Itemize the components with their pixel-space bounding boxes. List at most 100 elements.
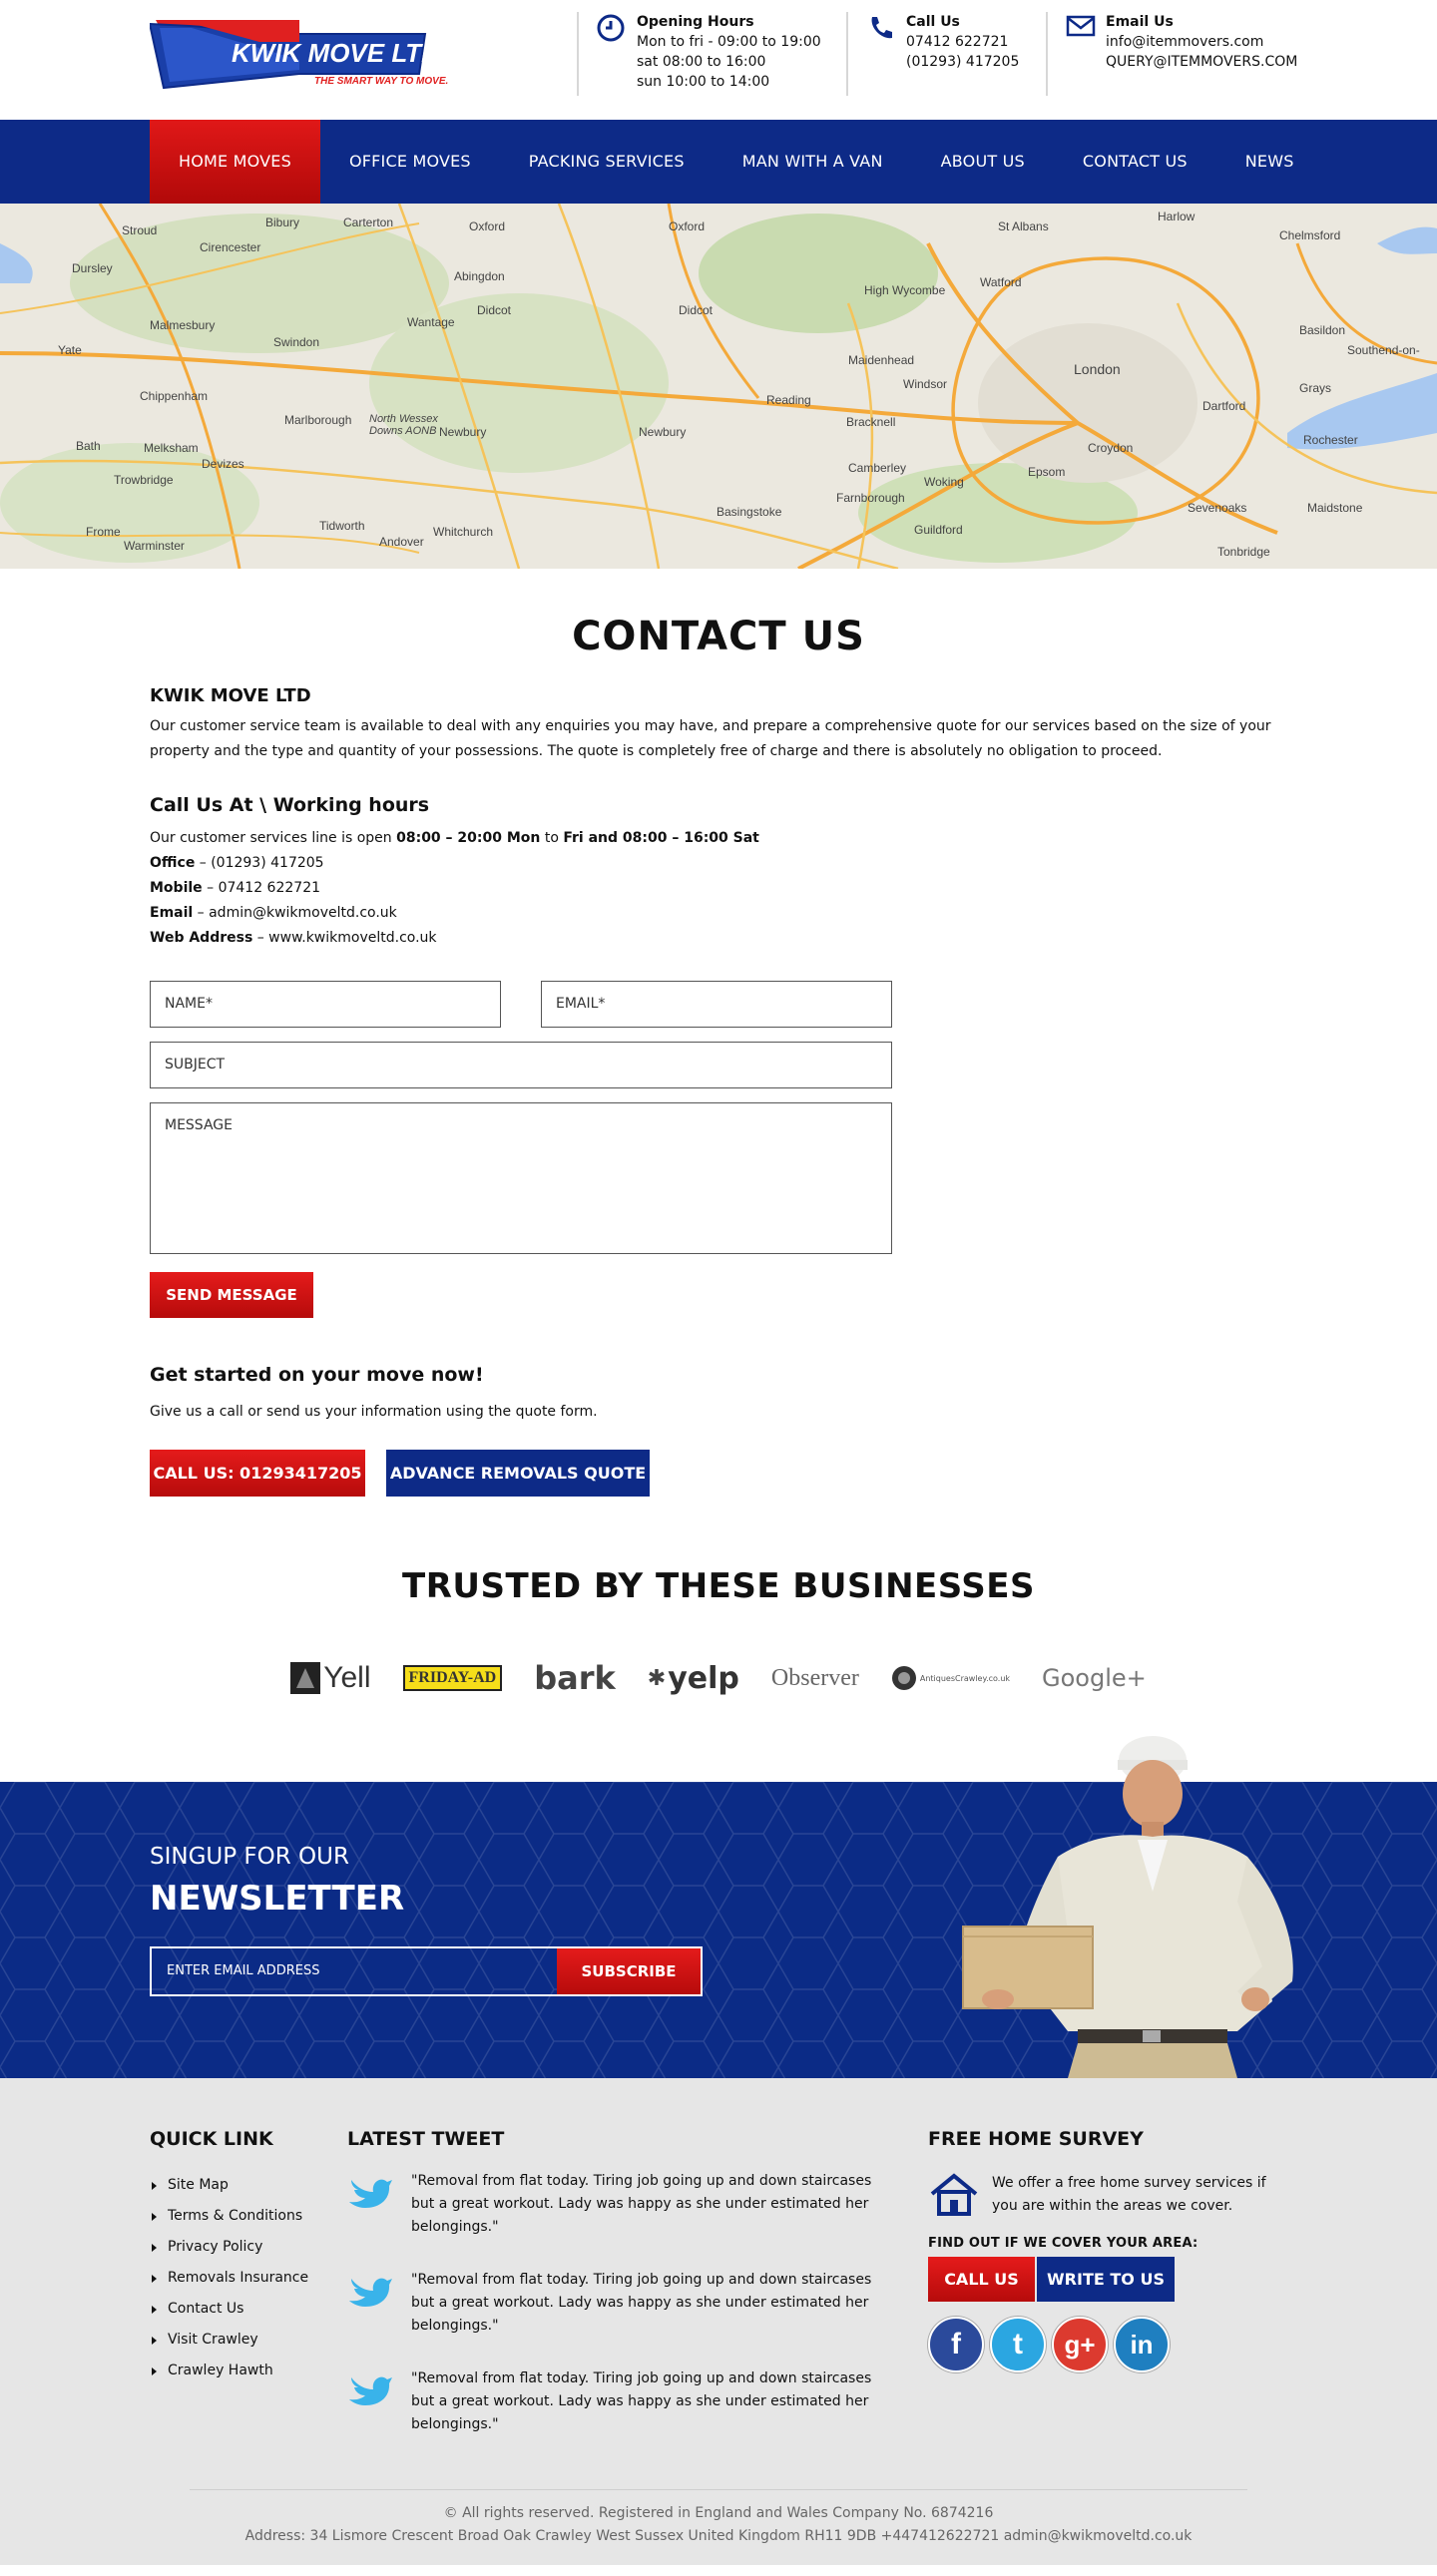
opening-hours-title: Opening Hours: [637, 14, 754, 30]
quick-link[interactable]: Visit Crawley: [150, 2325, 308, 2356]
map-label: Cirencester: [200, 240, 261, 254]
map-label: Tonbridge: [1217, 545, 1270, 559]
map-label: Whitchurch: [433, 525, 494, 539]
nav-office-moves[interactable]: OFFICE MOVES: [320, 120, 500, 204]
nav-news[interactable]: NEWS: [1216, 120, 1323, 204]
web-line: Web Address – www.kwikmoveltd.co.uk: [150, 930, 437, 946]
latest-tweet-title: LATEST TWEET: [347, 2128, 505, 2150]
location-map[interactable]: Stroud Oxford Oxford St Albans Harlow Ch…: [0, 204, 1437, 569]
email-field[interactable]: EMAIL*: [541, 981, 892, 1028]
tweet-item: "Removal from flat today. Tiring job goi…: [347, 2269, 890, 2338]
subject-field[interactable]: SUBJECT: [150, 1042, 892, 1088]
get-started-text: Give us a call or send us your informati…: [150, 1404, 598, 1420]
trusted-title: TRUSTED BY THESE BUSINESSES: [402, 1566, 1035, 1606]
quick-link[interactable]: Site Map: [150, 2170, 308, 2201]
name-field[interactable]: NAME*: [150, 981, 501, 1028]
google-plus-icon[interactable]: g+: [1052, 2317, 1108, 2372]
antiques-crawley-logo[interactable]: AntiquesCrawley.co.uk: [891, 1665, 1010, 1691]
social-links: f t g+ in: [928, 2317, 1281, 2372]
hours-line: Our customer services line is open 08:00…: [150, 830, 759, 846]
twitter-bird-icon: [347, 2170, 393, 2210]
working-hours-heading: Call Us At \ Working hours: [150, 794, 430, 816]
google-plus-logo[interactable]: Google+: [1042, 1664, 1147, 1692]
quick-link[interactable]: Privacy Policy: [150, 2232, 308, 2263]
map-label: Maidstone: [1307, 501, 1363, 515]
opening-hours-line: sun 10:00 to 14:00: [637, 74, 770, 90]
removals-quote-button[interactable]: ADVANCE REMOVALS QUOTE: [386, 1450, 650, 1497]
quick-link[interactable]: Contact Us: [150, 2294, 308, 2325]
map-label: Windsor: [903, 377, 948, 391]
call-us-number[interactable]: 07412 622721: [906, 32, 1019, 52]
phone-icon: [866, 14, 898, 46]
tweet-text: "Removal from flat today. Tiring job goi…: [411, 2272, 872, 2334]
email-us-address[interactable]: QUERY@ITEMMOVERS.COM: [1106, 52, 1297, 72]
map-label: Rochester: [1303, 433, 1358, 447]
map-label: Camberley: [848, 461, 907, 475]
logo-name: KWIK MOVE LTD: [232, 38, 440, 68]
home-survey-column: FREE HOME SURVEY We offer a free home su…: [928, 2128, 1281, 2372]
map-label: Marlborough: [284, 413, 352, 427]
yelp-logo[interactable]: ✱ yelp: [648, 1661, 739, 1696]
observer-logo[interactable]: Observer: [771, 1665, 859, 1692]
contact-section: CONTACT US KWIK MOVE LTD Our customer se…: [0, 614, 1437, 1497]
call-us-block: Call Us 07412 622721 (01293) 417205: [846, 12, 1019, 96]
linkedin-icon[interactable]: in: [1114, 2317, 1170, 2372]
get-started-title: Get started on your move now!: [150, 1364, 484, 1386]
map-label: North Wessex Downs AONB: [369, 413, 438, 437]
map-label: Bath: [76, 439, 101, 453]
map-label: Carterton: [343, 215, 394, 229]
newsletter-title: NEWSLETTER: [150, 1879, 405, 1919]
quick-link[interactable]: Crawley Hawth: [150, 2356, 308, 2386]
map-label: Frome: [86, 525, 121, 539]
map-label: Basildon: [1299, 323, 1346, 337]
envelope-icon: [1066, 14, 1098, 46]
clock-icon: [597, 14, 629, 46]
subscribe-button[interactable]: SUBSCRIBE: [557, 1948, 701, 1994]
map-label: High Wycombe: [864, 283, 946, 297]
twitter-icon[interactable]: t: [990, 2317, 1046, 2372]
call-us-number[interactable]: (01293) 417205: [906, 52, 1019, 72]
map-label: Maidenhead: [848, 353, 915, 367]
map-label: Farnborough: [836, 491, 905, 505]
yell-logo[interactable]: Yell: [290, 1661, 371, 1695]
send-message-button[interactable]: SEND MESSAGE: [150, 1272, 313, 1318]
facebook-icon[interactable]: f: [928, 2317, 984, 2372]
call-us-button[interactable]: CALL US: 01293417205: [150, 1450, 365, 1497]
map-label: Sevenoaks: [1188, 501, 1247, 515]
office-line: Office – (01293) 417205: [150, 855, 324, 871]
quick-link[interactable]: Terms & Conditions: [150, 2201, 308, 2232]
write-to-us-button[interactable]: WRITE TO US: [1037, 2257, 1175, 2302]
intro-text: Our customer service team is available t…: [150, 718, 1271, 759]
newsletter-email-input[interactable]: ENTER EMAIL ADDRESS: [152, 1948, 557, 1994]
nav-home-moves[interactable]: HOME MOVES: [150, 120, 320, 204]
nav-contact-us[interactable]: CONTACT US: [1054, 120, 1216, 204]
quick-link[interactable]: Removals Insurance: [150, 2263, 308, 2294]
map-label: Stroud: [122, 223, 158, 237]
main-nav: HOME MOVES OFFICE MOVES PACKING SERVICES…: [0, 120, 1437, 204]
map-label: Tidworth: [319, 519, 365, 533]
nav-about-us[interactable]: ABOUT US: [912, 120, 1054, 204]
quick-links-title: QUICK LINK: [150, 2128, 273, 2150]
company-name: KWIK MOVE LTD: [150, 685, 311, 706]
footer-divider: [190, 2489, 1247, 2490]
email-us-address[interactable]: info@itemmovers.com: [1106, 32, 1297, 52]
message-field[interactable]: MESSAGE: [150, 1102, 892, 1254]
map-label: Didcot: [477, 303, 512, 317]
site-logo[interactable]: KWIK MOVE LTD THE SMART WAY TO MOVE.: [148, 12, 449, 92]
map-label: St Albans: [998, 219, 1049, 233]
map-label: Bracknell: [846, 415, 896, 429]
partner-logos: Yell FRIDAY-AD bark ✱ yelp Observer Anti…: [0, 1656, 1437, 1700]
footer-call-us-button[interactable]: CALL US: [928, 2257, 1035, 2302]
map-label: Watford: [980, 275, 1022, 289]
friday-ad-logo[interactable]: FRIDAY-AD: [402, 1665, 503, 1691]
tweet-item: "Removal from flat today. Tiring job goi…: [347, 2170, 890, 2239]
map-label: Devizes: [202, 457, 244, 471]
nav-packing-services[interactable]: PACKING SERVICES: [500, 120, 714, 204]
bark-logo[interactable]: bark: [534, 1659, 616, 1697]
map-label: Swindon: [273, 335, 320, 349]
map-label: Dursley: [72, 261, 113, 275]
map-label: Harlow: [1158, 210, 1196, 223]
map-label: Croydon: [1088, 441, 1134, 455]
nav-man-with-a-van[interactable]: MAN WITH A VAN: [714, 120, 912, 204]
map-label: Yate: [58, 343, 82, 357]
